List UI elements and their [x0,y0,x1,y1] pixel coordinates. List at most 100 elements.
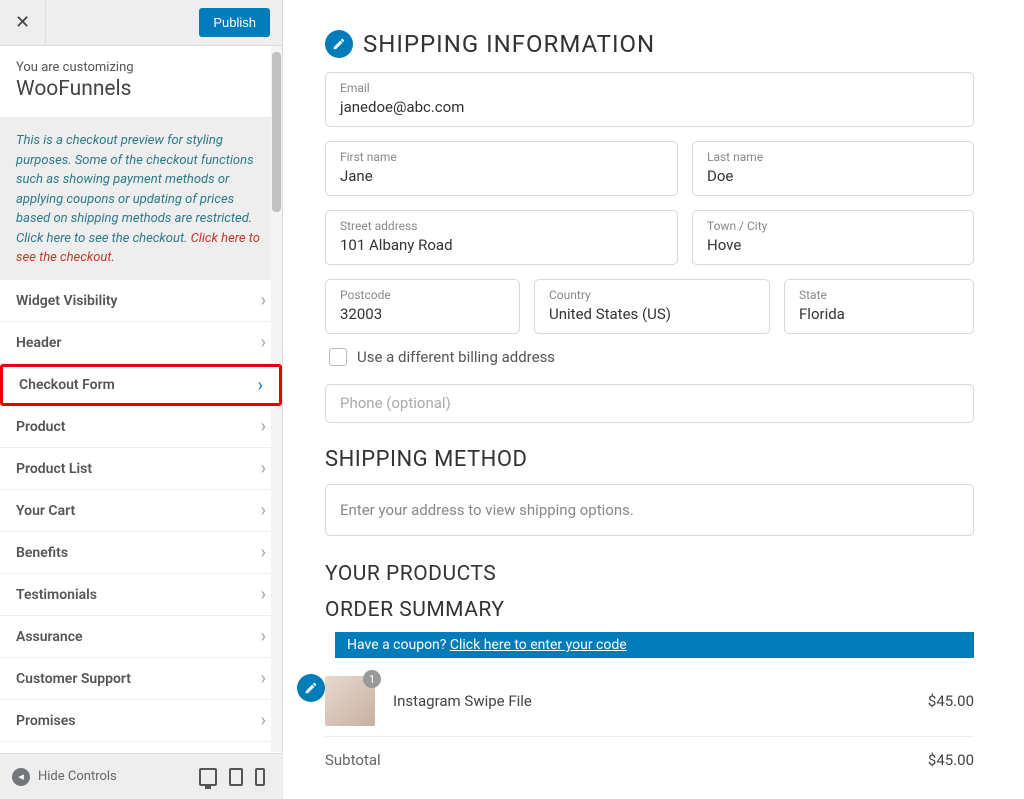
panel-label: Benefits [16,545,68,561]
product-qty-badge: 1 [363,670,381,688]
street-label: Street address [340,219,663,233]
subtotal-value: $45.00 [928,751,974,769]
pencil-icon [304,681,318,695]
chevron-right-icon: › [261,500,266,521]
chevron-right-icon: › [261,626,266,647]
chevron-right-icon: › [261,668,266,689]
panel-label: Header [16,335,61,351]
panel-label: Promises [16,713,75,729]
coupon-link[interactable]: Click here to enter your code [450,637,627,653]
shipping-info-heading-row: SHIPPING INFORMATION [325,30,974,58]
postcode-value: 32003 [340,305,382,323]
your-products-title: YOUR PRODUCTS [325,562,974,586]
tablet-preview-icon[interactable] [229,768,243,786]
panel-checkout-form[interactable]: Checkout Form › [0,364,282,406]
product-name: Instagram Swipe File [393,692,928,710]
chevron-right-icon: › [261,290,266,311]
city-field[interactable]: Town / City Hove [692,210,974,265]
customizer-sidebar: ✕ Publish You are customizing WooFunnels… [0,0,283,799]
street-field[interactable]: Street address 101 Albany Road [325,210,678,265]
panel-widget-visibility[interactable]: Widget Visibility › [0,280,282,322]
coupon-banner[interactable]: Have a coupon? Click here to enter your … [335,632,974,658]
sidebar-scroll-thumb[interactable] [272,52,281,212]
panel-label: Widget Visibility [16,293,118,309]
preview-notice: This is a checkout preview for styling p… [0,117,282,283]
bottom-bar: ◂ Hide Controls [0,753,283,799]
panel-label: Checkout Form [19,377,115,393]
product-row: 1 Instagram Swipe File $45.00 [325,666,974,737]
pencil-icon [332,37,346,51]
product-price: $45.00 [928,692,974,710]
diff-billing-row: Use a different billing address [329,348,974,366]
state-label: State [799,288,959,302]
edit-shipping-button[interactable] [325,30,353,58]
publish-button[interactable]: Publish [199,8,270,37]
panel-label: Testimonials [16,587,97,603]
email-label: Email [340,81,959,95]
panel-label: Product List [16,461,92,477]
hide-controls-button[interactable]: ◂ Hide Controls [12,768,117,786]
edit-product-button[interactable] [297,674,325,702]
panel-customer-support[interactable]: Customer Support › [0,658,282,700]
close-button[interactable]: ✕ [0,0,46,46]
coupon-prompt: Have a coupon? [347,637,450,653]
notice-text: This is a checkout preview for styling p… [16,133,254,246]
panel-label: Assurance [16,629,83,645]
email-value: janedoe@abc.com [340,98,464,116]
phone-placeholder: Phone (optional) [340,394,451,412]
panel-product[interactable]: Product › [0,406,282,448]
chevron-right-icon: › [261,584,266,605]
state-value: Florida [799,305,845,323]
mobile-preview-icon[interactable] [255,768,265,786]
panel-label: Customer Support [16,671,131,687]
lastname-label: Last name [707,150,959,164]
sidebar-header: You are customizing WooFunnels [0,46,282,117]
country-label: Country [549,288,755,302]
panel-benefits[interactable]: Benefits › [0,532,282,574]
sidebar-top-bar: ✕ Publish [0,0,282,46]
customizing-label: You are customizing [16,60,266,75]
panel-header[interactable]: Header › [0,322,282,364]
chevron-right-icon: › [261,458,266,479]
postcode-label: Postcode [340,288,505,302]
firstname-field[interactable]: First name Jane [325,141,678,196]
panel-testimonials[interactable]: Testimonials › [0,574,282,616]
lastname-field[interactable]: Last name Doe [692,141,974,196]
subtotal-label: Subtotal [325,751,381,769]
postcode-field[interactable]: Postcode 32003 [325,279,520,334]
diff-billing-checkbox[interactable] [329,348,347,366]
street-value: 101 Albany Road [340,236,453,254]
panel-promises[interactable]: Promises › [0,700,282,742]
city-label: Town / City [707,219,959,233]
firstname-label: First name [340,150,663,164]
panel-list: Widget Visibility › Header › Checkout Form… [0,280,282,753]
chevron-right-icon: › [258,375,263,396]
collapse-icon: ◂ [12,768,30,786]
close-icon: ✕ [15,12,30,33]
shipping-info-title: SHIPPING INFORMATION [363,30,655,58]
panel-product-list[interactable]: Product List › [0,448,282,490]
panel-label: Product [16,419,65,435]
chevron-right-icon: › [261,416,266,437]
order-summary-title: ORDER SUMMARY [325,598,974,622]
phone-field[interactable]: Phone (optional) [325,384,974,423]
desktop-preview-icon[interactable] [199,768,217,786]
shipping-method-title: SHIPPING METHOD [325,447,974,472]
site-title: WooFunnels [16,77,266,101]
hide-controls-label: Hide Controls [38,769,117,784]
chevron-right-icon: › [261,710,266,731]
chevron-right-icon: › [261,332,266,353]
panel-assurance[interactable]: Assurance › [0,616,282,658]
state-field[interactable]: State Florida [784,279,974,334]
city-value: Hove [707,236,741,254]
device-preview-toggles [199,768,283,786]
country-field[interactable]: Country United States (US) [534,279,770,334]
panel-label: Your Cart [16,503,75,519]
panel-your-cart[interactable]: Your Cart › [0,490,282,532]
email-field[interactable]: Email janedoe@abc.com [325,72,974,127]
product-thumbnail: 1 [325,676,375,726]
subtotal-row: Subtotal $45.00 [325,737,974,769]
chevron-right-icon: › [261,542,266,563]
firstname-value: Jane [340,167,373,185]
country-value: United States (US) [549,305,671,323]
